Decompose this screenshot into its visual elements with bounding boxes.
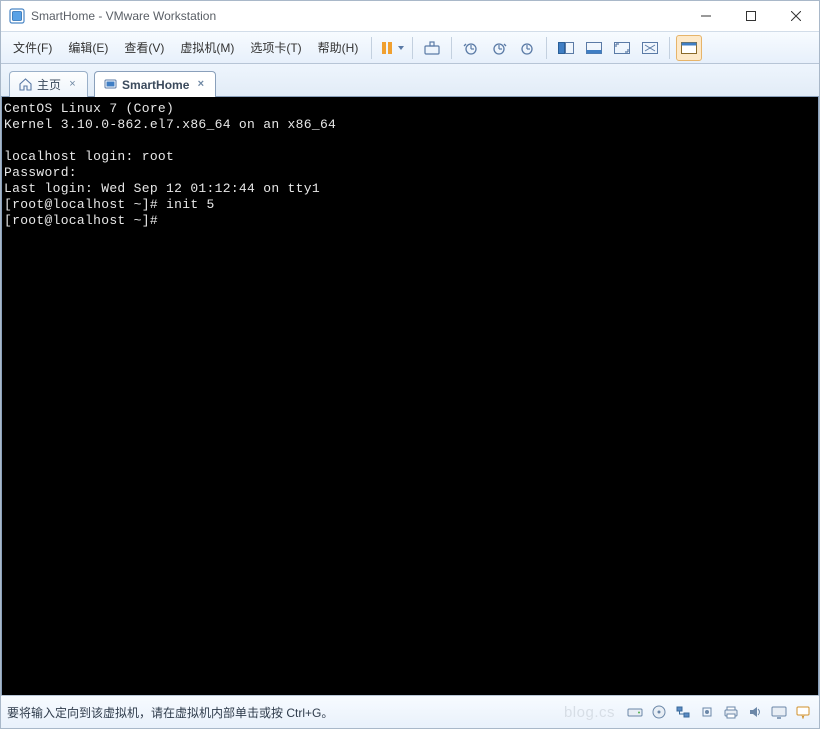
watermark-text: blog.cs [564, 704, 615, 721]
menu-vm[interactable]: 虚拟机(M) [173, 36, 241, 59]
cd-icon[interactable] [649, 702, 669, 722]
tab-home-close[interactable]: × [66, 78, 79, 91]
tab-home[interactable]: 主页 × [9, 71, 88, 97]
console-output: CentOS Linux 7 (Core) Kernel 3.10.0-862.… [4, 101, 816, 229]
network-icon[interactable] [673, 702, 693, 722]
tab-smarthome-close[interactable]: × [194, 78, 207, 91]
home-icon [18, 78, 32, 92]
menu-help[interactable]: 帮助(H) [311, 36, 366, 59]
minimize-button[interactable] [683, 2, 728, 30]
display-icon[interactable] [769, 702, 789, 722]
menu-file[interactable]: 文件(F) [6, 36, 59, 59]
view-thumbnail-button[interactable] [553, 35, 579, 61]
menubar: 文件(F) 编辑(E) 查看(V) 虚拟机(M) 选项卡(T) 帮助(H) [1, 31, 819, 64]
menu-view[interactable]: 查看(V) [117, 36, 171, 59]
menu-edit[interactable]: 编辑(E) [61, 36, 115, 59]
vm-console[interactable]: CentOS Linux 7 (Core) Kernel 3.10.0-862.… [1, 97, 819, 695]
power-pause-button[interactable] [378, 35, 406, 61]
dropdown-caret-icon [398, 46, 404, 50]
separator [412, 37, 413, 59]
hdd-icon[interactable] [625, 702, 645, 722]
separator [371, 37, 372, 59]
view-console-button[interactable] [581, 35, 607, 61]
snapshot-revert-button[interactable] [486, 35, 512, 61]
view-fullscreen-button[interactable] [609, 35, 635, 61]
send-ctrl-alt-del-button[interactable] [419, 35, 445, 61]
titlebar: SmartHome - VMware Workstation [1, 1, 819, 31]
sound-icon[interactable] [745, 702, 765, 722]
app-icon [9, 8, 25, 24]
view-unity-button[interactable] [637, 35, 663, 61]
separator [546, 37, 547, 59]
separator [451, 37, 452, 59]
window-controls [683, 2, 818, 30]
status-text: 要将输入定向到该虚拟机，请在虚拟机内部单击或按 Ctrl+G。 [7, 704, 558, 721]
separator [669, 37, 670, 59]
maximize-button[interactable] [728, 2, 773, 30]
view-current-button[interactable] [676, 35, 702, 61]
tab-smarthome[interactable]: SmartHome × [94, 71, 216, 97]
window-title: SmartHome - VMware Workstation [31, 9, 683, 23]
tab-smarthome-label: SmartHome [122, 78, 189, 92]
snapshot-manager-button[interactable] [514, 35, 540, 61]
printer-icon[interactable] [721, 702, 741, 722]
device-tray [625, 702, 813, 722]
snapshot-take-button[interactable] [458, 35, 484, 61]
statusbar: 要将输入定向到该虚拟机，请在虚拟机内部单击或按 Ctrl+G。 blog.cs [1, 695, 819, 728]
message-icon[interactable] [793, 702, 813, 722]
tab-home-label: 主页 [37, 76, 61, 93]
close-button[interactable] [773, 2, 818, 30]
tabbar: 主页 × SmartHome × [1, 64, 819, 97]
menu-tabs[interactable]: 选项卡(T) [243, 36, 308, 59]
usb-icon[interactable] [697, 702, 717, 722]
vm-icon [103, 78, 117, 92]
